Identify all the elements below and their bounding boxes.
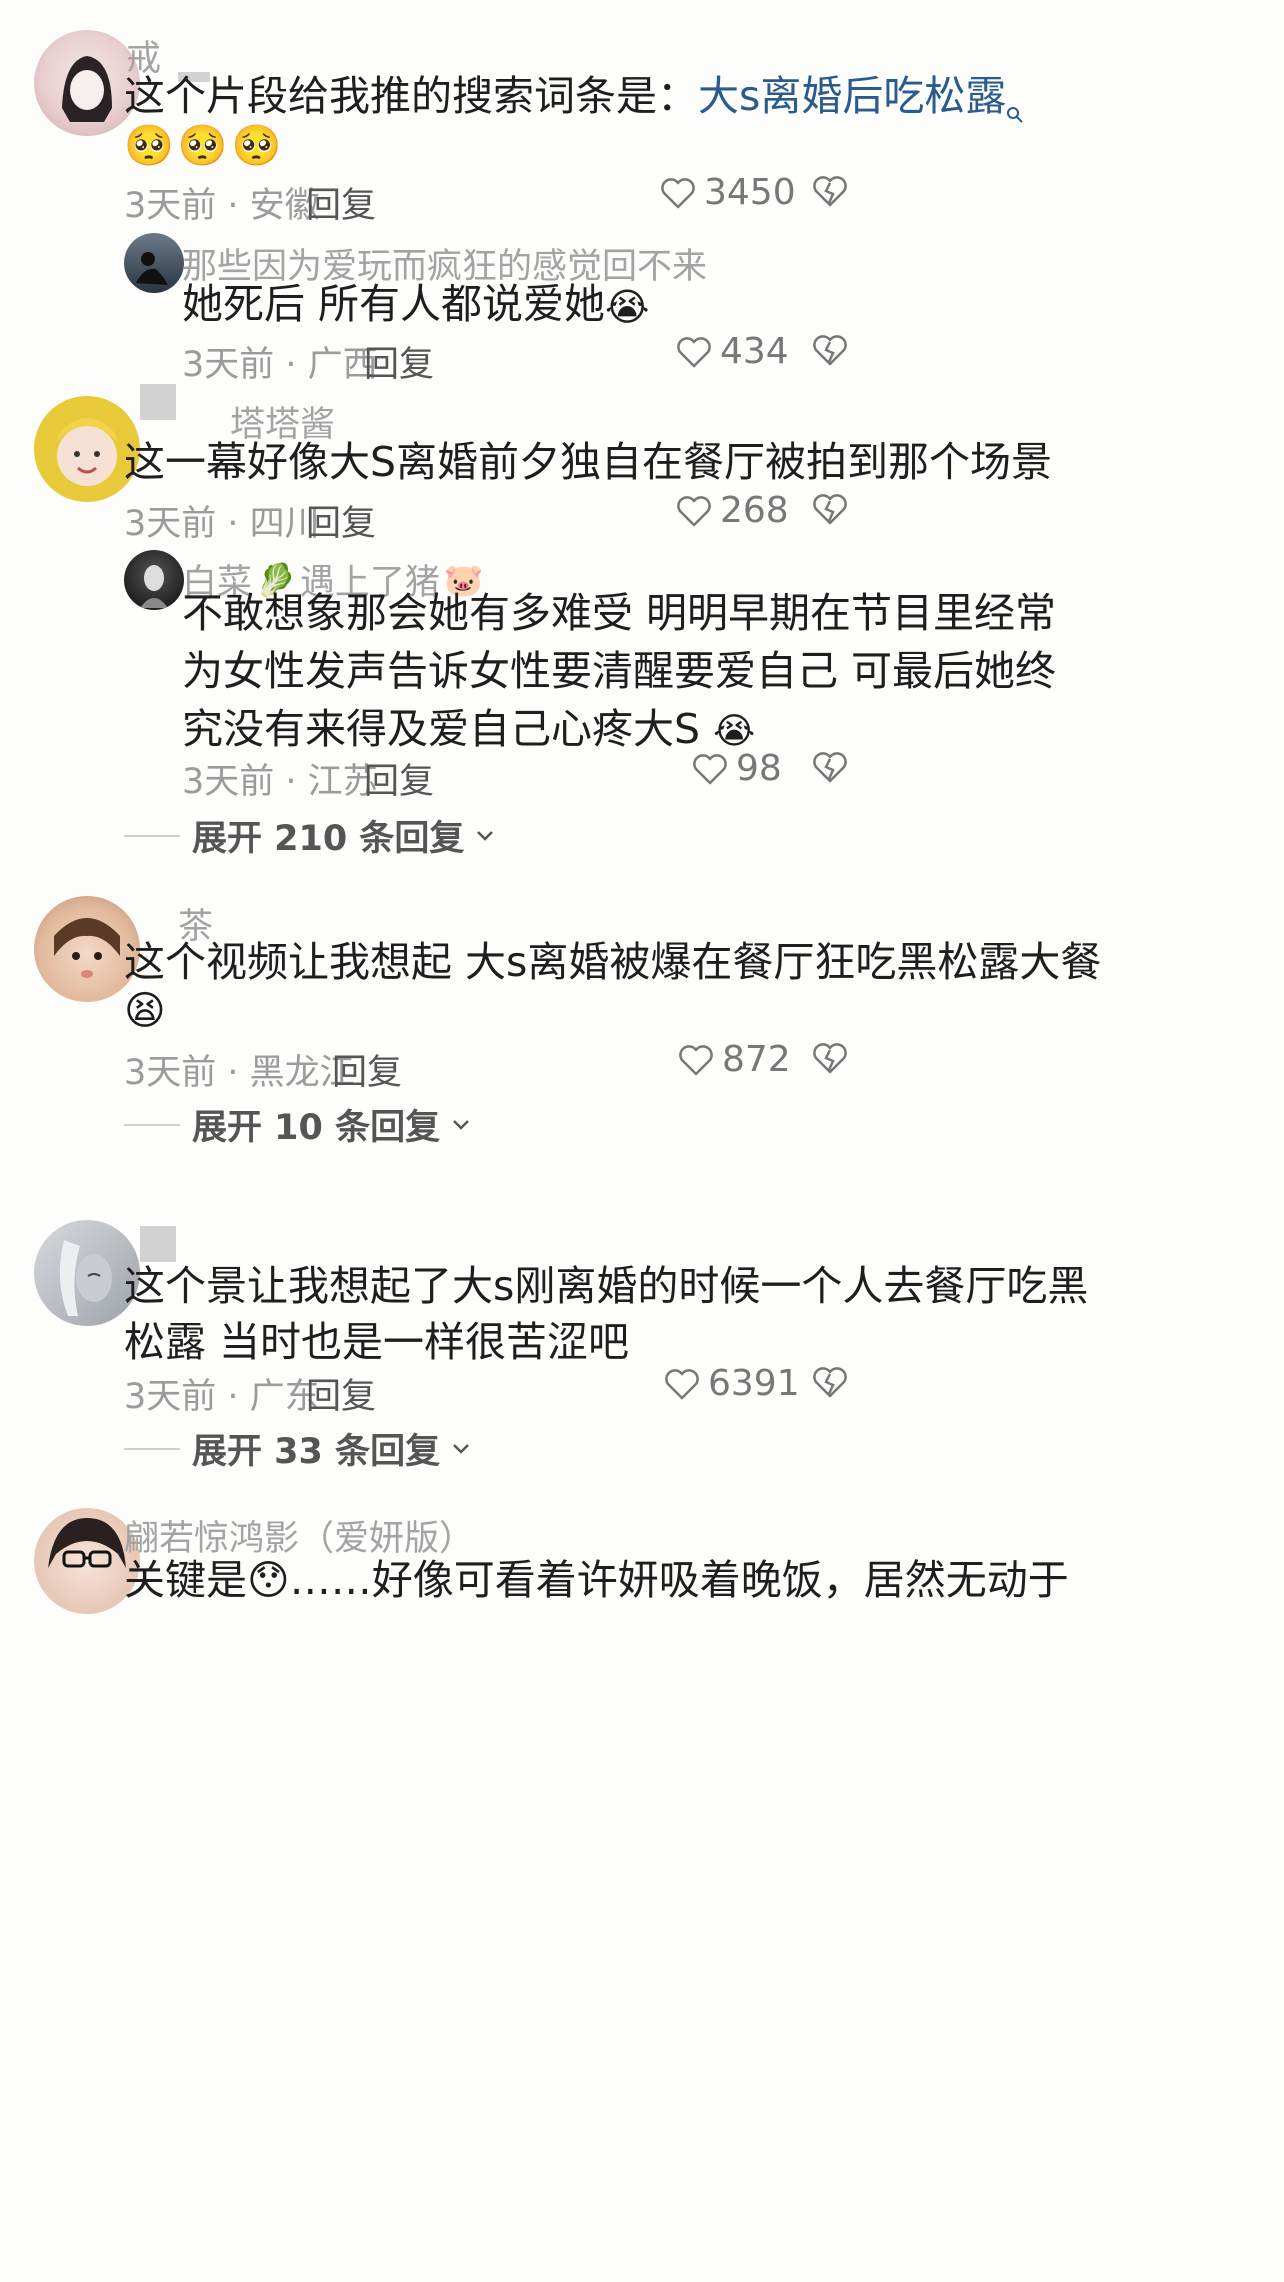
tired-face-emoji: 😫: [124, 988, 166, 1034]
like-button[interactable]: 3450: [660, 172, 796, 213]
expand-replies-label: 展开 210 条回复: [192, 819, 465, 859]
time-location: 3天前 · 安徽: [124, 186, 320, 226]
dislike-icon[interactable]: [812, 492, 848, 530]
comment-text-prefix: 这个片段给我推的搜索词条是：: [124, 72, 698, 120]
like-count: 3450: [704, 172, 796, 213]
avatar[interactable]: [124, 233, 184, 293]
dislike-icon[interactable]: [812, 174, 848, 212]
reply-button[interactable]: 回复: [364, 753, 434, 804]
expand-replies-label: 展开 33 条回复: [192, 1432, 441, 1472]
divider: [124, 1123, 180, 1126]
reply-line: 为女性发声告诉女性要清醒要爱自己 可最后她终: [182, 647, 1057, 695]
crying-face-emoji: 😭: [713, 711, 756, 752]
expand-replies-button[interactable]: 展开 210 条回复: [124, 810, 494, 861]
emoji-row: 🥺🥺🥺: [124, 122, 285, 169]
chevron-down-icon: [477, 830, 494, 841]
dislike-icon[interactable]: [812, 1365, 848, 1403]
reply-text: 不敢想象那会她有多难受 明明早期在节目里经常 为女性发声告诉女性要清醒要爱自己 …: [182, 584, 1056, 761]
search-icon[interactable]: [1006, 72, 1024, 148]
heart-icon: [677, 336, 711, 367]
time-location: 3天前 · 广西: [182, 345, 378, 385]
like-button[interactable]: 98: [692, 748, 782, 789]
time-location: 3天前 · 江苏: [182, 762, 378, 802]
reply-text: 她死后 所有人都说爱她😭: [182, 266, 649, 345]
like-count: 98: [736, 748, 782, 789]
avatar[interactable]: [124, 550, 184, 610]
time-location: 3天前 · 广东: [124, 1377, 320, 1417]
reply-text-content: 她死后 所有人都说爱她: [182, 280, 606, 328]
like-button[interactable]: 6391: [664, 1363, 800, 1404]
pleading-face-emoji: 🥺: [124, 123, 178, 169]
like-button[interactable]: 268: [676, 490, 789, 531]
reply-button[interactable]: 回复: [332, 1044, 402, 1095]
heart-icon: [679, 1044, 713, 1075]
reply-line: 不敢想象那会她有多难受 明明早期在节目里经常: [182, 589, 1057, 637]
heart-icon: [665, 1368, 699, 1399]
divider: [124, 1447, 180, 1450]
expand-replies-label: 展开 10 条回复: [192, 1108, 441, 1148]
comment-text: 这一幕好像大S离婚前夕独自在餐厅被拍到那个场景: [124, 438, 1053, 486]
like-count: 268: [720, 490, 789, 531]
divider: [124, 834, 180, 837]
pleading-face-emoji: 🥺: [231, 123, 286, 169]
like-button[interactable]: 434: [676, 331, 789, 372]
pleading-face-emoji: 🥺: [177, 123, 232, 169]
like-count: 6391: [708, 1363, 800, 1404]
comment-text: 关键是😯……好像可看着许妍吸着晚饭，居然无动于: [124, 1556, 1069, 1604]
redacted-block: [140, 1226, 176, 1262]
heart-icon: [677, 495, 711, 526]
expand-replies-button[interactable]: 展开 33 条回复: [124, 1423, 470, 1474]
dislike-icon[interactable]: [812, 750, 848, 788]
reply-button[interactable]: 回复: [306, 495, 376, 546]
comment-line: 松露 当时也是一样很苦涩吧: [124, 1318, 630, 1366]
dislike-icon[interactable]: [812, 333, 848, 371]
comment-text: 这个景让我想起了大s刚离婚的时候一个人去餐厅吃黑 松露 当时也是一样很苦涩吧: [124, 1258, 1088, 1370]
redacted-block: [140, 384, 176, 420]
time-location: 3天前 · 四川: [124, 504, 320, 544]
reply-button[interactable]: 回复: [364, 336, 434, 387]
time-location: 3天前 · 黑龙江: [124, 1053, 355, 1093]
reply-button[interactable]: 回复: [306, 177, 376, 228]
chevron-down-icon: [453, 1443, 469, 1454]
dislike-icon[interactable]: [812, 1041, 848, 1079]
heart-icon: [693, 753, 727, 784]
heart-icon: [661, 177, 695, 208]
comment-line: 这个景让我想起了大s刚离婚的时候一个人去餐厅吃黑: [124, 1262, 1089, 1310]
reply-line: 究没有来得及爱自己心疼大S: [182, 705, 701, 753]
like-count: 872: [722, 1039, 791, 1080]
expand-replies-button[interactable]: 展开 10 条回复: [124, 1099, 470, 1150]
search-keyword-link[interactable]: 大s离婚后吃松露: [698, 72, 1006, 120]
like-count: 434: [720, 331, 789, 372]
like-button[interactable]: 872: [678, 1039, 791, 1080]
reply-button[interactable]: 回复: [306, 1368, 376, 1419]
chevron-down-icon: [453, 1119, 469, 1130]
crying-face-emoji: 😭: [605, 285, 650, 329]
comment-text: 这个视频让我想起 大s离婚被爆在餐厅狂吃黑松露大餐: [124, 938, 1102, 986]
